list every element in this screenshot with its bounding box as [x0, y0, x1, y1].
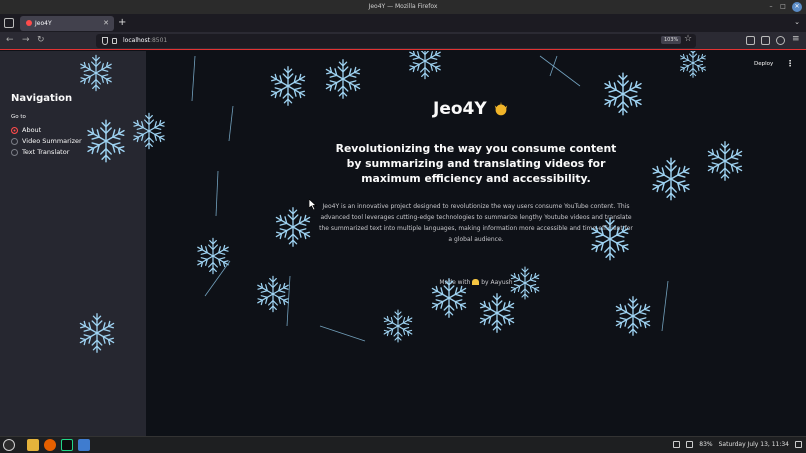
file-manager-icon[interactable]: [78, 439, 90, 451]
sidebar-title: Navigation: [11, 93, 73, 104]
radio-label: About: [22, 126, 42, 134]
rebel-logo-icon: [494, 101, 507, 116]
project-description: Jeo4Y is an innovative project designed …: [319, 203, 633, 243]
made-with-footer: Made with by Aayush: [439, 279, 513, 286]
reload-icon[interactable]: ↻: [37, 35, 45, 45]
snow-streak-decoration: [191, 55, 669, 342]
downloads-icon[interactable]: [761, 36, 770, 45]
navigation-toolbar: ← → ↻ localhost:8501 103% ☆ ≡: [0, 32, 806, 50]
mint-menu-icon[interactable]: [3, 439, 15, 451]
tab-jeo4y[interactable]: Jeo4Y ✕: [20, 16, 114, 31]
os-taskbar: 83% Saturday July 13, 11:34: [0, 436, 806, 453]
pycharm-icon[interactable]: [61, 439, 73, 451]
radio-option-text-translator[interactable]: Text Translator: [11, 147, 69, 157]
maximize-icon[interactable]: □: [778, 2, 788, 12]
chevron-down-icon[interactable]: ⌄: [794, 18, 800, 26]
radio-option-video-summarizer[interactable]: Video Summarizer: [11, 136, 82, 146]
hamburger-menu-icon[interactable]: ≡: [792, 34, 800, 44]
deploy-button[interactable]: Deploy: [754, 61, 773, 67]
url-text[interactable]: localhost:8501: [123, 37, 167, 44]
page-info-icon[interactable]: [112, 38, 117, 44]
new-tab-icon[interactable]: +: [118, 17, 126, 28]
heart-icon: [472, 279, 480, 285]
files-folder-icon[interactable]: [27, 439, 39, 451]
back-arrow-icon[interactable]: ←: [6, 35, 14, 45]
zoom-level-badge[interactable]: 103%: [661, 36, 682, 44]
battery-percent: 83%: [699, 441, 713, 448]
close-window-icon[interactable]: ✕: [792, 2, 802, 12]
radio-label: Text Translator: [22, 148, 70, 156]
firefox-icon[interactable]: [44, 439, 56, 451]
tab-label: Jeo4Y: [35, 20, 52, 27]
wifi-icon[interactable]: [673, 441, 681, 448]
radio-group-label: Go to: [11, 114, 26, 120]
bookmark-star-icon[interactable]: ☆: [684, 34, 692, 44]
favicon-icon: [26, 20, 32, 26]
pocket-icon[interactable]: [746, 36, 755, 45]
sidebar: Navigation Go to About Video Summarizer …: [0, 51, 146, 436]
window-title: Jeo4Y — Mozilla Firefox: [368, 3, 438, 10]
radio-label: Video Summarizer: [22, 137, 82, 145]
clock[interactable]: Saturday July 13, 11:34: [719, 441, 789, 448]
tab-bar: Jeo4Y ✕ + ⌄: [0, 14, 806, 32]
radio-selected-icon[interactable]: [11, 126, 18, 134]
page-title-text: Jeo4Y: [433, 99, 487, 119]
account-icon[interactable]: [776, 36, 785, 45]
window-titlebar: Jeo4Y — Mozilla Firefox – □ ✕: [0, 0, 806, 14]
shield-icon[interactable]: [102, 37, 108, 45]
tab-close-icon[interactable]: ✕: [103, 19, 109, 27]
minimize-icon[interactable]: –: [766, 2, 776, 12]
page-title: Jeo4Y: [433, 99, 510, 119]
main-menu-icon[interactable]: ⋮: [786, 59, 794, 68]
tab-list-icon[interactable]: [4, 18, 14, 28]
radio-icon[interactable]: [11, 148, 18, 156]
radio-icon[interactable]: [11, 137, 18, 145]
mouse-cursor-icon: [309, 199, 317, 210]
page-content: Navigation Go to About Video Summarizer …: [0, 51, 806, 436]
system-tray: 83% Saturday July 13, 11:34: [673, 441, 802, 448]
notification-icon[interactable]: [795, 441, 802, 448]
forward-arrow-icon[interactable]: →: [22, 35, 30, 45]
address-bar[interactable]: localhost:8501 103% ☆: [96, 34, 696, 48]
page-subtitle: Revolutionizing the way you consume cont…: [335, 142, 617, 185]
battery-icon[interactable]: [686, 441, 694, 448]
radio-option-about[interactable]: About: [11, 125, 41, 135]
